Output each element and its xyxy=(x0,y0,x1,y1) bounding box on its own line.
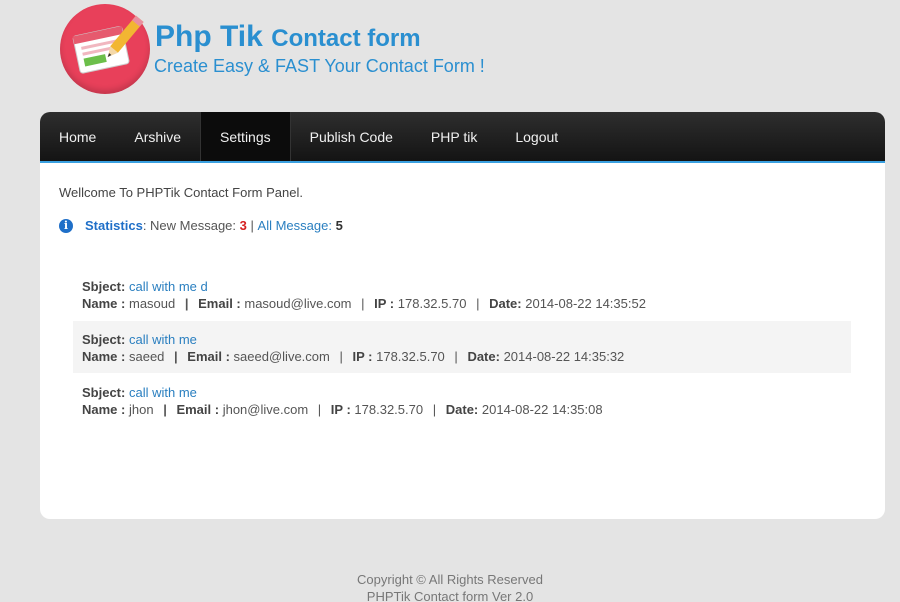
brand-subtitle: Create Easy & FAST Your Contact Form ! xyxy=(154,56,485,76)
separator: | xyxy=(454,349,458,364)
separator: | xyxy=(476,296,480,311)
brand-title: Php Tik Contact form xyxy=(155,20,421,54)
new-message-label: New Message: xyxy=(150,218,237,233)
message-item: Sbject: call with me Name : saeed | Emai… xyxy=(73,321,851,373)
message-name: saeed xyxy=(128,349,165,364)
message-ip: 178.32.5.70 xyxy=(397,296,467,311)
ip-label: IP : xyxy=(374,296,395,311)
message-ip: 178.32.5.70 xyxy=(376,349,445,364)
name-label: Name : xyxy=(82,402,126,417)
message-email: saeed@live.com xyxy=(233,349,330,364)
top-navbar: Home Arshive Settings Publish Code PHP t… xyxy=(40,112,885,163)
brand-title-rest: Contact form xyxy=(271,25,421,52)
statistics-label: Statistics xyxy=(85,218,143,233)
ip-label: IP : xyxy=(330,402,351,417)
nav-item-logout[interactable]: Logout xyxy=(496,112,577,161)
brand-title-main: Php Tik xyxy=(155,20,263,53)
message-date: 2014-08-22 14:35:08 xyxy=(481,402,603,417)
subject-label: Sbject: xyxy=(82,385,126,400)
version-text: PHPTik Contact form Ver 2.0 xyxy=(366,589,534,602)
message-subject-link[interactable]: call with me xyxy=(129,385,197,400)
message-subject-link[interactable]: call with me d xyxy=(129,279,208,294)
new-message-count: 3 xyxy=(239,218,247,233)
message-subject-link[interactable]: call with me xyxy=(129,332,197,347)
statistics-bar: i Statistics : New Message: 3 | All Mess… xyxy=(59,218,343,233)
subject-label: Sbject: xyxy=(82,332,126,347)
date-label: Date: xyxy=(489,296,522,311)
nav-item-php-tik[interactable]: PHP tik xyxy=(412,112,496,161)
email-label: Email : xyxy=(187,349,230,364)
separator: | xyxy=(317,402,322,417)
message-item: Sbject: call with me Name : jhon | Email… xyxy=(73,378,851,430)
copyright-text: Copyright © All Rights Reserved xyxy=(357,572,543,587)
separator: | xyxy=(163,402,167,417)
nav-item-settings[interactable]: Settings xyxy=(200,112,291,161)
all-message-count: 5 xyxy=(335,218,343,233)
main-panel: Home Arshive Settings Publish Code PHP t… xyxy=(40,112,885,519)
message-date: 2014-08-22 14:35:32 xyxy=(503,349,625,364)
all-message-link[interactable]: All Message: xyxy=(258,218,332,233)
date-label: Date: xyxy=(445,402,479,417)
footer: Copyright © All Rights Reserved PHPTik C… xyxy=(0,571,900,602)
message-ip: 178.32.5.70 xyxy=(354,402,424,417)
info-icon: i xyxy=(59,218,73,233)
email-label: Email : xyxy=(176,402,220,417)
separator: | xyxy=(361,296,365,311)
message-item: Sbject: call with me d Name : masoud | E… xyxy=(73,272,851,324)
ip-label: IP : xyxy=(352,349,373,364)
message-name: jhon xyxy=(128,402,154,417)
name-label: Name : xyxy=(82,349,126,364)
welcome-text: Wellcome To PHPTik Contact Form Panel. xyxy=(59,185,303,200)
nav-item-publish-code[interactable]: Publish Code xyxy=(291,112,412,161)
date-label: Date: xyxy=(467,349,500,364)
separator: | xyxy=(339,349,343,364)
email-label: Email : xyxy=(198,296,241,311)
logo-form-pencil-icon xyxy=(60,4,150,94)
message-email: jhon@live.com xyxy=(222,402,309,417)
nav-item-home[interactable]: Home xyxy=(40,112,115,161)
separator: | xyxy=(432,402,437,417)
message-email: masoud@live.com xyxy=(244,296,352,311)
nav-item-archive[interactable]: Arshive xyxy=(115,112,200,161)
separator: | xyxy=(174,349,178,364)
name-label: Name : xyxy=(82,296,126,311)
message-name: masoud xyxy=(128,296,176,311)
separator: | xyxy=(184,296,189,311)
subject-label: Sbject: xyxy=(82,279,126,294)
header: Php Tik Contact form Create Easy & FAST … xyxy=(0,0,900,112)
message-date: 2014-08-22 14:35:52 xyxy=(525,296,646,311)
